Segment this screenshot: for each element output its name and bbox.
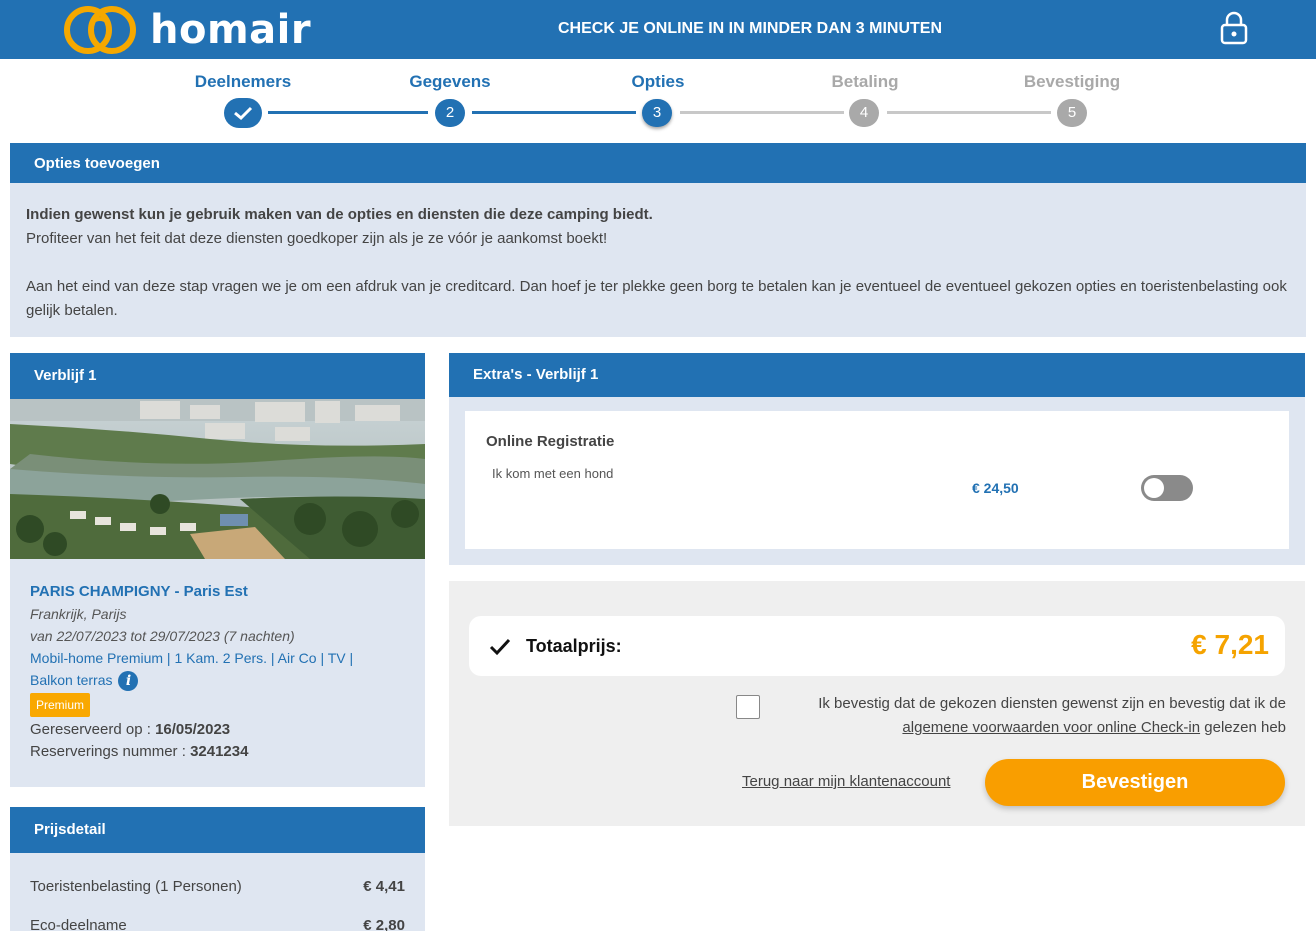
price-row: Eco-deelname € 2,80 — [30, 906, 405, 931]
step-label-deelnemers: Deelnemers — [194, 72, 292, 91]
terms-link[interactable]: algemene voorwaarden voor online Check-i… — [902, 719, 1200, 736]
total-card: Totaalprijs: € 7,21 — [469, 616, 1285, 676]
extra-option-price: € 24,50 — [972, 480, 1019, 496]
extras-header: Extra's - Verblijf 1 — [449, 353, 1305, 397]
extra-option-toggle[interactable] — [1141, 475, 1193, 501]
back-to-account-link[interactable]: Terug naar mijn klantenaccount — [742, 773, 950, 790]
terms-text-suffix: gelezen heb — [1200, 719, 1286, 736]
lock-icon — [1220, 11, 1248, 45]
terms-text: Ik bevestig dat de gekozen diensten gewe… — [720, 692, 1286, 740]
accommodation-details: Mobil-home Premium | 1 Kam. 2 Pers. | Ai… — [30, 650, 354, 666]
step-label-opties: Opties — [631, 72, 685, 91]
price-row-amount: € 2,80 — [363, 917, 405, 931]
campsite-location: Frankrijk, Parijs — [30, 606, 127, 622]
price-row-label: Eco-deelname — [30, 917, 127, 931]
stay-dates: van 22/07/2023 tot 29/07/2023 (7 nachten… — [30, 628, 295, 644]
price-detail-title: Prijsdetail — [34, 821, 106, 838]
step-4-circle: 4 — [849, 99, 879, 127]
check-icon — [489, 638, 511, 656]
step-label-bevestiging: Bevestiging — [1023, 72, 1121, 91]
extra-option-card: Online Registratie Ik kom met een hond €… — [465, 411, 1289, 549]
step-label-gegevens: Gegevens — [409, 72, 491, 91]
stay-title: Verblijf 1 — [34, 367, 97, 384]
options-header: Opties toevoegen — [10, 143, 1306, 183]
extra-option-title: Online Registratie — [486, 433, 615, 450]
step-2-circle: 2 — [435, 99, 465, 127]
stay-header: Verblijf 1 — [10, 353, 425, 399]
reservation-number-label: Reserverings nummer : — [30, 743, 191, 761]
intro-text: Profiteer van het feit dat deze diensten… — [26, 230, 608, 247]
terms-text-main: Ik bevestig dat de gekozen diensten gewe… — [818, 695, 1286, 712]
reservation-number: 3241234 — [190, 743, 249, 761]
intro-bold-text: Indien gewenst kun je gebruik maken van … — [26, 206, 653, 223]
reserved-date: 16/05/2023 — [155, 721, 231, 739]
price-detail-header: Prijsdetail — [10, 807, 425, 853]
extra-option-description: Ik kom met een hond — [492, 466, 614, 481]
total-value: € 7,21 — [1191, 629, 1269, 660]
extras-title: Extra's - Verblijf 1 — [473, 366, 599, 383]
header-tagline: CHECK JE ONLINE IN IN MINDER DAN 3 MINUT… — [557, 20, 943, 37]
reserved-label: Gereserveerd op : — [30, 721, 156, 739]
price-row: Toeristenbelasting (1 Personen) € 4,41 — [30, 867, 405, 906]
step-connector — [887, 111, 1051, 114]
accommodation-details-cont: Balkon terras — [30, 672, 113, 688]
top-bar: homair CHECK JE ONLINE IN IN MINDER DAN … — [0, 0, 1316, 59]
price-row-amount: € 4,41 — [363, 878, 405, 895]
step-connector — [472, 111, 636, 114]
step-connector — [268, 111, 428, 114]
step-label-betaling: Betaling — [831, 72, 899, 91]
step-3-circle: 3 — [642, 99, 672, 127]
price-detail-panel: Toeristenbelasting (1 Personen) € 4,41 E… — [10, 853, 425, 931]
step-1-check-icon — [224, 98, 262, 128]
confirm-button[interactable]: Bevestigen — [985, 759, 1285, 806]
step-connector — [680, 111, 844, 114]
campsite-name[interactable]: PARIS CHAMPIGNY - Paris Est — [30, 581, 405, 603]
intro-creditcard-text: Aan het eind van deze stap vragen we je … — [26, 278, 1287, 319]
campsite-photo — [10, 399, 425, 559]
price-row-label: Toeristenbelasting (1 Personen) — [30, 878, 242, 895]
premium-badge: Premium — [30, 693, 91, 718]
options-title: Opties toevoegen — [34, 155, 160, 172]
options-intro: Indien gewenst kun je gebruik maken van … — [10, 183, 1306, 337]
total-label: Totaalprijs: — [526, 636, 622, 656]
info-icon[interactable]: i — [118, 671, 139, 692]
stay-info: PARIS CHAMPIGNY - Paris Est Frankrijk, P… — [10, 559, 425, 787]
step-5-circle: 5 — [1057, 99, 1087, 127]
